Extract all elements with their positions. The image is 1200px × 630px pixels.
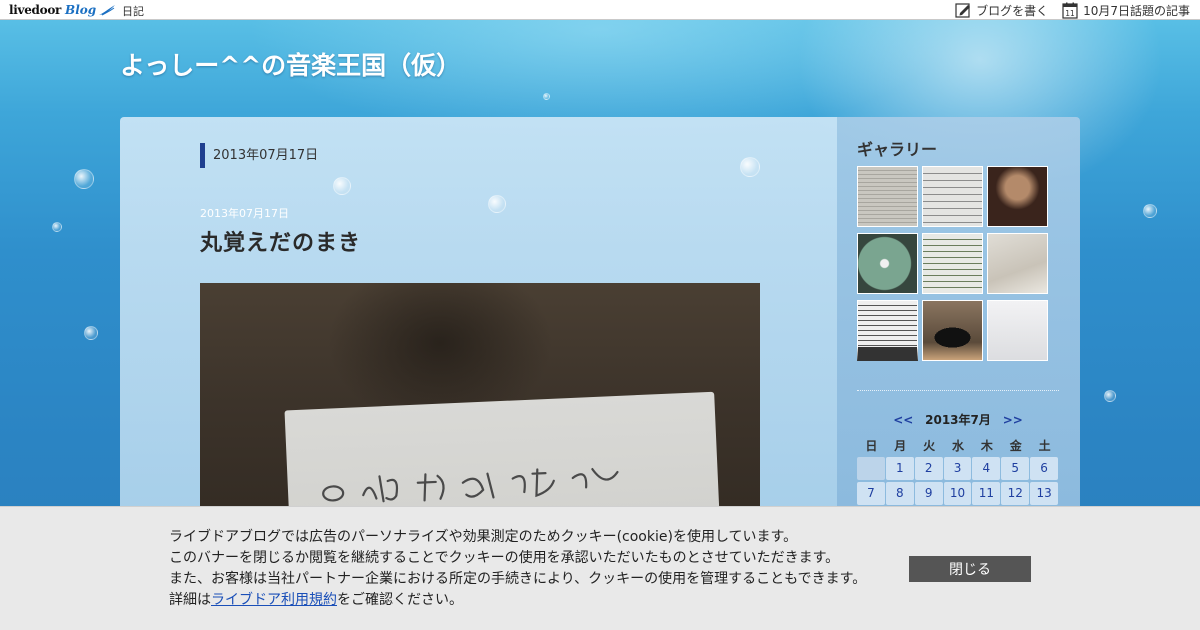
bubble-decoration: [488, 195, 506, 213]
sidebar-separator: [857, 390, 1059, 391]
calendar-icon: 11: [1062, 2, 1078, 19]
gallery-thumb-bach-cd[interactable]: [857, 233, 918, 294]
cookie-line-4-prefix: 詳細は: [169, 592, 211, 608]
topic-articles-link[interactable]: 11 10月7日話題の記事: [1062, 2, 1190, 19]
gallery-grid: [857, 166, 1052, 361]
bubble-decoration: [1104, 390, 1116, 402]
post-date: 2013年07月17日: [200, 207, 289, 220]
gallery-thumb-newspaper[interactable]: [857, 166, 918, 227]
cookie-message: ライブドアブログでは広告のパーソナライズや効果測定のためクッキー(cookie)…: [169, 527, 866, 611]
handwritten-card: [284, 391, 722, 517]
gallery-thumb-venue[interactable]: [987, 233, 1048, 294]
bubble-decoration: [74, 169, 94, 189]
bubble-decoration: [52, 222, 62, 232]
top-right-links: ブログを書く 11 10月7日話題の記事: [941, 0, 1190, 20]
weekday-fri: 金: [1009, 439, 1022, 453]
logo-blog-text: Blog: [65, 3, 97, 17]
cookie-line-2: このバナーを閉じるか閲覧を継続することでクッキーの使用を承認いただいたものとさせ…: [169, 550, 840, 566]
gallery-thumb-music-score[interactable]: [857, 300, 918, 361]
sidebar: ギャラリー << 2013年7月 >> 日 月 火 水 木 金 土 1 2 3 …: [837, 117, 1080, 517]
gallery-thumb-piano-stage[interactable]: [922, 300, 983, 361]
calendar-day[interactable]: 6: [1030, 457, 1059, 480]
post-title[interactable]: 丸覚えだのまき: [200, 225, 361, 257]
cookie-line-3: また、お客様は当社パートナー企業における所定の手続きにより、クッキーの使用を管理…: [169, 571, 867, 587]
bubble-decoration: [543, 93, 550, 100]
calendar-week-1: 1 2 3 4 5 6: [857, 457, 1059, 482]
bubble-decoration: [84, 326, 98, 340]
gallery-thumb-program[interactable]: [922, 233, 983, 294]
bubble-decoration: [333, 177, 351, 195]
calendar-prev-link[interactable]: <<: [893, 413, 913, 427]
write-blog-label: ブログを書く: [976, 3, 1049, 18]
calendar-next-link[interactable]: >>: [1003, 413, 1023, 427]
calendar-day[interactable]: 9: [914, 482, 943, 505]
calendar-week-2: 7 8 9 10 11 12 13: [857, 482, 1059, 507]
cookie-banner: ライブドアブログでは広告のパーソナライズや効果測定のためクッキー(cookie)…: [0, 506, 1200, 630]
calendar-day[interactable]: 2: [914, 457, 943, 480]
bubble-decoration: [1143, 204, 1157, 218]
gallery-thumb-schedule[interactable]: [922, 166, 983, 227]
calendar-nav: << 2013年7月 >>: [857, 411, 1059, 428]
write-blog-link[interactable]: ブログを書く: [955, 2, 1048, 19]
gallery-title: ギャラリー: [857, 140, 938, 159]
calendar-day[interactable]: 7: [857, 482, 885, 505]
calendar-month: 2013年7月: [925, 413, 991, 427]
weekday-mon: 月: [894, 439, 907, 453]
pencil-note-icon: [955, 3, 971, 18]
calendar-day[interactable]: 1: [885, 457, 914, 480]
cookie-line-1: ライブドアブログでは広告のパーソナライズや効果測定のためクッキー(cookie)…: [169, 529, 798, 545]
cookie-close-button[interactable]: 閉じる: [909, 556, 1031, 582]
logo-livedoor-text: livedoor: [9, 3, 62, 17]
calendar-day[interactable]: 12: [1001, 482, 1030, 505]
gallery-thumb-document[interactable]: [987, 300, 1048, 361]
calendar-day[interactable]: 11: [972, 482, 1001, 505]
main-column: 2013年07月17日 2013年07月17日 丸覚えだのまき: [120, 117, 837, 517]
bubble-decoration: [740, 157, 760, 177]
blog-content-container: 2013年07月17日 2013年07月17日 丸覚えだのまき ギャラリー <<…: [120, 117, 1080, 517]
livedoor-blog-logo[interactable]: livedoor Blog: [9, 2, 116, 18]
topic-articles-label: 10月7日話題の記事: [1083, 3, 1190, 18]
bird-icon: [99, 5, 116, 16]
handwriting-scribble: [322, 467, 619, 503]
cookie-line-4: 詳細はライブドア利用規約をご確認ください。: [169, 590, 866, 611]
top-bar: livedoor Blog 日記 ブログを書く 11 10月7日話題の記事: [0, 0, 1200, 20]
calendar: 日 月 火 水 木 金 土 1 2 3 4 5 6 7 8 9 10 11 12…: [857, 435, 1059, 507]
calendar-day[interactable]: 5: [1001, 457, 1030, 480]
calendar-day[interactable]: 4: [972, 457, 1001, 480]
weekday-sun: 日: [865, 439, 878, 453]
diary-link[interactable]: 日記: [122, 3, 144, 19]
calendar-day-empty: [857, 457, 885, 480]
blog-title[interactable]: よっしー^^の音楽王国（仮）: [120, 46, 461, 82]
weekday-tue: 火: [923, 439, 936, 453]
weekday-sat: 土: [1038, 439, 1051, 453]
weekday-thu: 木: [980, 439, 993, 453]
terms-link[interactable]: ライブドア利用規約: [211, 592, 337, 608]
calendar-day[interactable]: 13: [1030, 482, 1059, 505]
calendar-day[interactable]: 3: [943, 457, 972, 480]
cookie-line-4-suffix: をご確認ください。: [337, 592, 463, 608]
calendar-icon-day: 11: [1065, 9, 1075, 18]
weekday-wed: 水: [952, 439, 965, 453]
date-heading: 2013年07月17日: [200, 143, 318, 168]
gallery-thumb-concert-poster[interactable]: [987, 166, 1048, 227]
calendar-weekday-row: 日 月 火 水 木 金 土: [857, 435, 1059, 457]
calendar-day[interactable]: 10: [943, 482, 972, 505]
post-photo[interactable]: [200, 283, 760, 517]
calendar-day[interactable]: 8: [885, 482, 914, 505]
